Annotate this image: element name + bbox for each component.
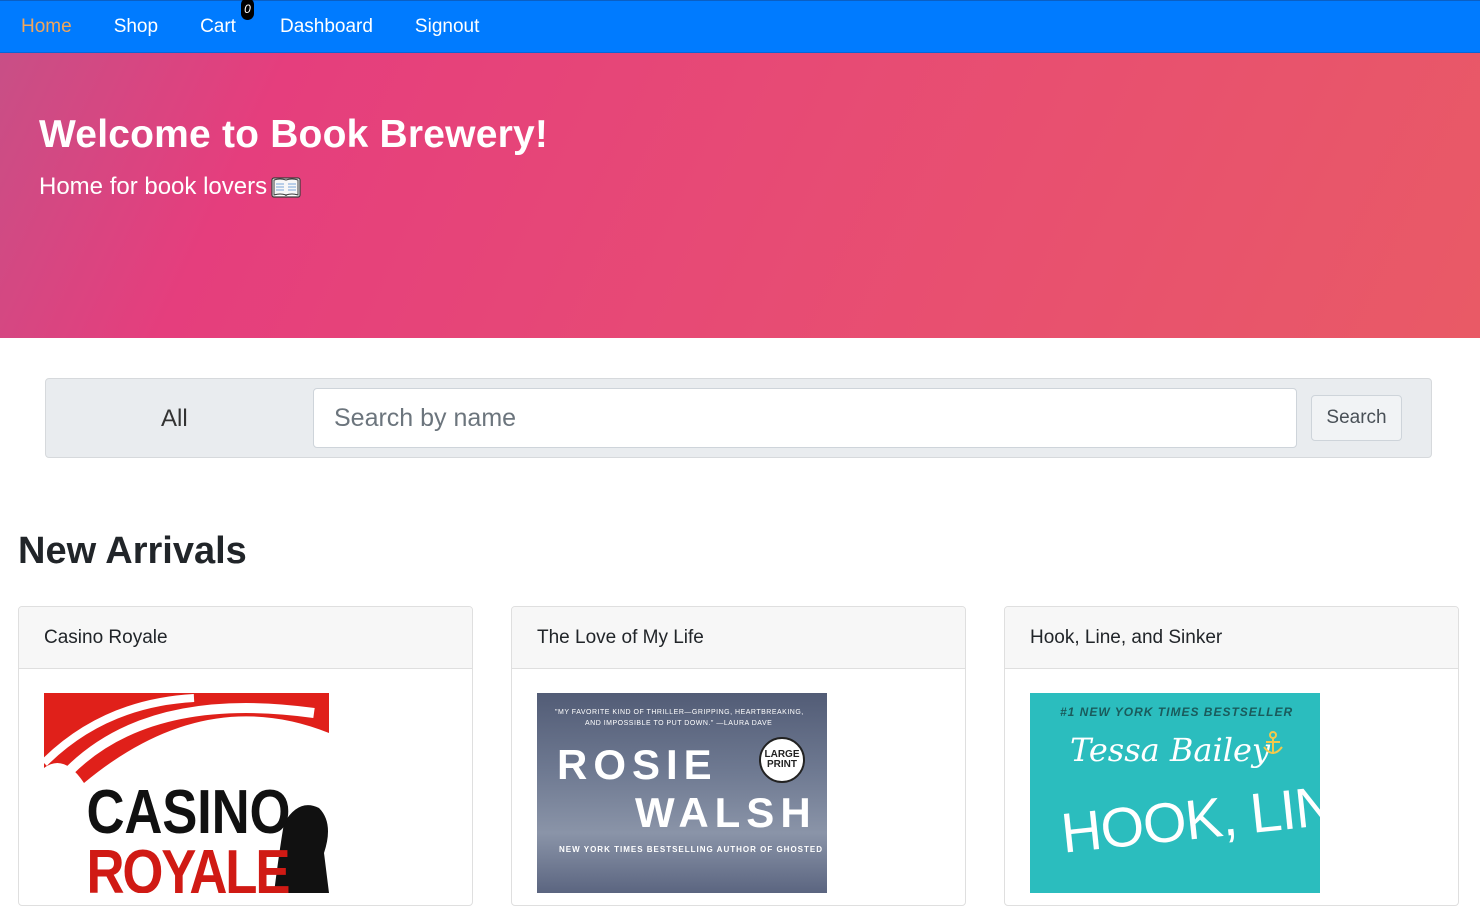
nav-home-link[interactable]: Home bbox=[21, 17, 72, 36]
book-cover-image[interactable]: #1 NEW YORK TIMES BESTSELLER Tessa Baile… bbox=[1030, 693, 1320, 893]
nav-cart-label: Cart bbox=[200, 16, 236, 37]
cover-casino-line1: CASINO bbox=[87, 778, 291, 847]
large-print-badge: LARGE PRINT bbox=[759, 737, 805, 783]
hero-title: Welcome to Book Brewery! bbox=[39, 113, 549, 156]
hero-banner: Welcome to Book Brewery! Home for book l… bbox=[0, 53, 1480, 338]
hero-subtitle-text: Home for book lovers bbox=[39, 173, 268, 200]
cover-hook-author: Tessa Bailey bbox=[1070, 731, 1270, 769]
category-select-value: All bbox=[161, 405, 188, 432]
nav-dashboard-link[interactable]: Dashboard bbox=[280, 17, 373, 36]
cover-hook-tagline: #1 NEW YORK TIMES BESTSELLER bbox=[1060, 705, 1294, 719]
cover-love-author-first: ROSIE bbox=[557, 741, 718, 788]
cart-count-badge: 0 bbox=[240, 0, 254, 20]
book-card-title: Hook, Line, and Sinker bbox=[1005, 607, 1458, 669]
search-bar: All Search bbox=[45, 378, 1432, 458]
cover-love-quote: "MY FAVORITE KIND OF THRILLER—GRIPPING, … bbox=[555, 709, 804, 716]
cover-casino-line2: ROYALE bbox=[87, 838, 291, 893]
search-input[interactable] bbox=[313, 388, 1297, 448]
cover-love-tagline: NEW YORK TIMES BESTSELLING AUTHOR OF GHO… bbox=[559, 845, 824, 854]
book-cover-image[interactable]: "MY FAVORITE KIND OF THRILLER—GRIPPING, … bbox=[537, 693, 827, 893]
cover-love-quote2: AND IMPOSSIBLE TO PUT DOWN." —LAURA DAVE bbox=[585, 720, 773, 727]
book-card[interactable]: Casino Royale CASINO ROYALE bbox=[18, 606, 473, 906]
nav-signout-link[interactable]: Signout bbox=[415, 17, 479, 36]
book-card-title: Casino Royale bbox=[19, 607, 472, 669]
hero-subtitle: Home for book lovers bbox=[39, 173, 301, 201]
open-book-icon bbox=[271, 175, 301, 199]
book-card[interactable]: The Love of My Life "MY FAVORITE KIND OF… bbox=[511, 606, 966, 906]
nav-shop-link[interactable]: Shop bbox=[114, 17, 158, 36]
nav-cart-link[interactable]: Cart 0 bbox=[200, 0, 254, 37]
top-navbar: Home Shop Cart 0 Dashboard Signout bbox=[0, 0, 1480, 53]
search-button[interactable]: Search bbox=[1311, 395, 1402, 441]
anchor-icon bbox=[1262, 731, 1284, 762]
book-cover-image[interactable]: CASINO ROYALE bbox=[44, 693, 329, 893]
cover-love-author-last: WALSH bbox=[635, 789, 817, 836]
cover-hook-title-art: HOOK, LINE, bbox=[1058, 768, 1320, 865]
book-card-title: The Love of My Life bbox=[512, 607, 965, 669]
large-print-badge-text: LARGE PRINT bbox=[764, 749, 800, 770]
new-arrivals-heading: New Arrivals bbox=[18, 530, 247, 572]
book-card[interactable]: Hook, Line, and Sinker #1 NEW YORK TIMES… bbox=[1004, 606, 1459, 906]
